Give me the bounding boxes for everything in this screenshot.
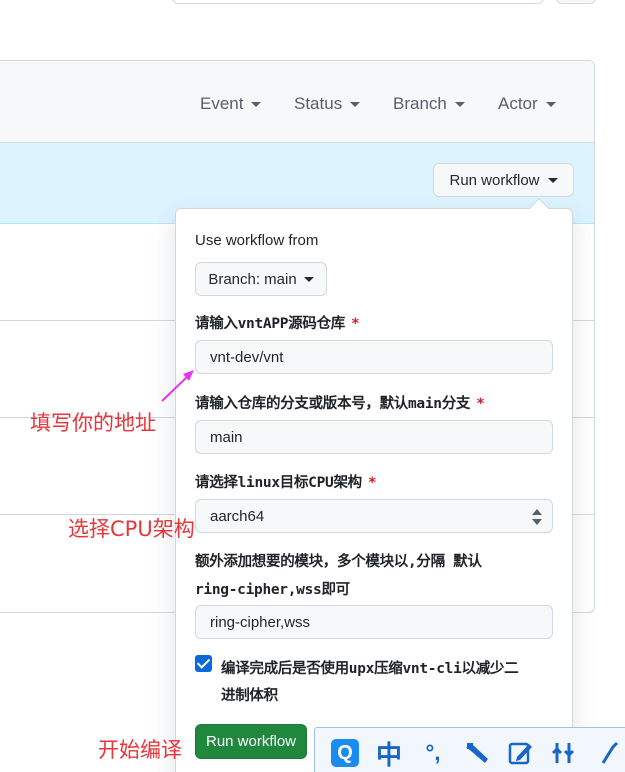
ime-punctuation-icon[interactable]: °, — [417, 737, 449, 769]
ime-punctuation-glyph: °, — [425, 740, 441, 765]
arrow-line — [161, 375, 189, 402]
ime-toolbox-icon[interactable] — [461, 737, 493, 769]
ime-tool-icon[interactable] — [593, 737, 625, 769]
ime-toolbar: Q 中 °, — [314, 727, 625, 772]
ime-logo-letter: Q — [331, 739, 359, 767]
ime-edit-icon[interactable] — [505, 737, 537, 769]
annotation-arrow — [161, 370, 194, 402]
ime-logo-icon[interactable]: Q — [329, 737, 361, 769]
ime-chinese-mode-icon[interactable]: 中 — [373, 737, 405, 771]
ime-settings-icon[interactable] — [549, 737, 581, 769]
